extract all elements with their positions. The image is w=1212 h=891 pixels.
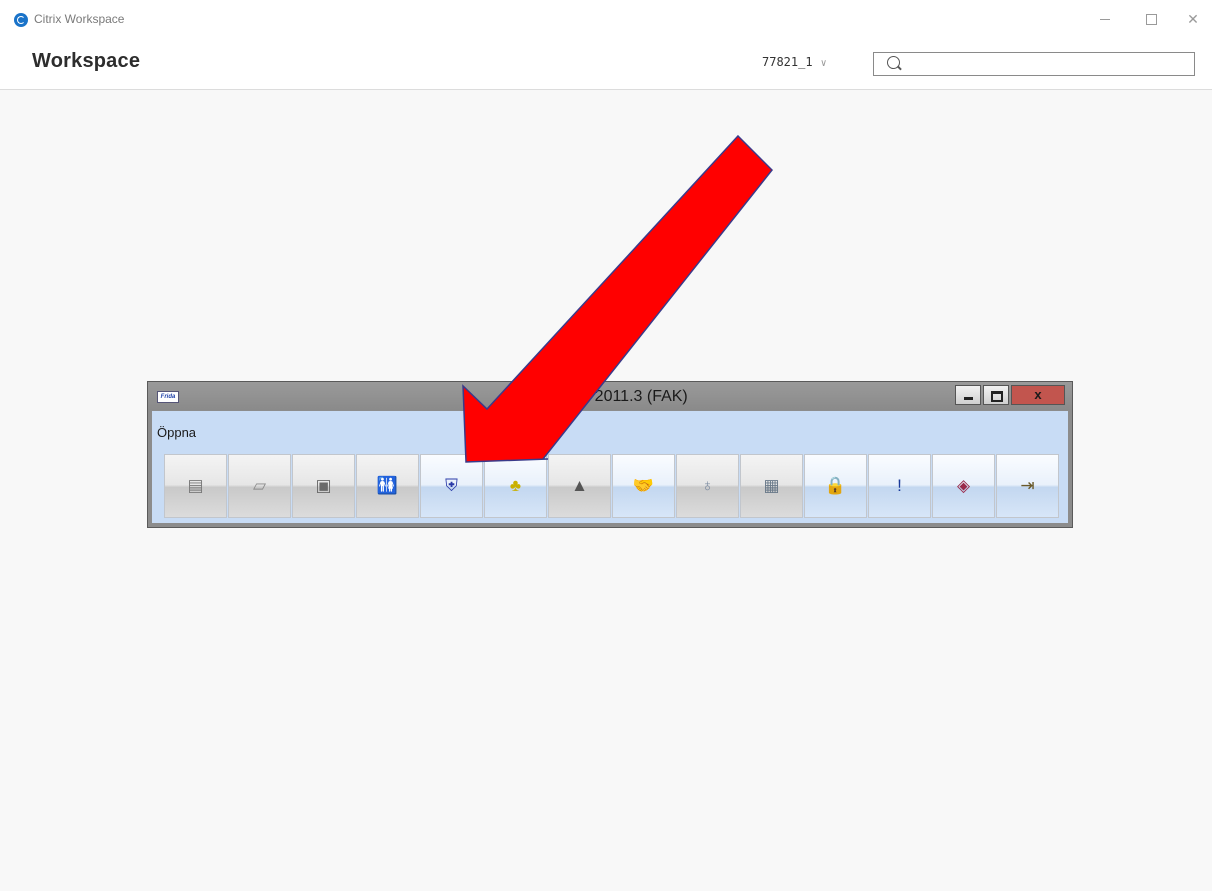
page-title: Workspace <box>32 50 141 72</box>
toolbar-button-shield[interactable]: ⛨ <box>420 454 483 518</box>
close-button[interactable]: ✕ <box>1176 8 1210 30</box>
frida-toolbar: ▤ ▱ ▣ 🚻 ⛨ ♣ ▲ 🤝 ♁ ▦ 🔒! ◈ ⇥ <box>164 454 1059 518</box>
frida-window-title: ver 2011.3 (FAK) <box>568 388 688 405</box>
shield-icon: ⛨ <box>445 476 458 495</box>
frida-close-button[interactable]: x <box>1011 385 1065 405</box>
search-input[interactable] <box>906 55 1190 75</box>
handshake-icon: 🤝 <box>632 476 655 495</box>
toolbar-button-people[interactable]: 🚻 <box>356 454 419 518</box>
documents-icon: ▱ <box>252 476 267 495</box>
card-icon: ▦ <box>763 476 780 495</box>
maximize-button[interactable] <box>1134 8 1168 30</box>
account-label: 77821_1 <box>762 55 813 69</box>
workspace-header: Workspace 77821_1 ∨ <box>0 40 1212 90</box>
toolbar-button-folder[interactable]: ▣ <box>292 454 355 518</box>
menu-open[interactable]: Öppna <box>157 425 196 440</box>
toolbar-button-medal[interactable]: ♁ <box>676 454 739 518</box>
app-titlebar: Citrix Workspace ✕ <box>0 0 1212 40</box>
frida-window: Frida ver 2011.3 (FAK) x Öppna ▤ ▱ ▣ 🚻 ⛨ ♣ ▲ 🤝 ♁… <box>147 381 1073 528</box>
frida-minimize-button[interactable] <box>955 385 981 405</box>
frida-titlebar: Frida ver 2011.3 (FAK) x <box>148 382 1072 410</box>
bee-icon: ♣ <box>509 476 522 495</box>
medal-icon: ♁ <box>701 476 714 495</box>
calculator-icon: ▤ <box>187 476 204 495</box>
search-icon <box>887 56 900 69</box>
toolbar-button-book[interactable]: ◈ <box>932 454 995 518</box>
folder-icon: ▣ <box>315 476 332 495</box>
book-icon: ◈ <box>956 476 971 495</box>
minimize-button[interactable] <box>1088 8 1122 30</box>
app-title: Citrix Workspace <box>34 12 125 26</box>
exit-door-icon: ⇥ <box>1020 476 1035 495</box>
toolbar-button-graduation-cap[interactable]: ▲ <box>548 454 611 518</box>
frida-logo-icon: Frida <box>157 391 179 403</box>
citrix-logo-icon <box>14 13 28 27</box>
toolbar-button-documents[interactable]: ▱ <box>228 454 291 518</box>
toolbar-button-bee[interactable]: ♣ <box>484 454 547 518</box>
people-icon: 🚻 <box>376 476 399 495</box>
graduation-cap-icon: ▲ <box>571 476 588 495</box>
toolbar-button-calculator[interactable]: ▤ <box>164 454 227 518</box>
search-box[interactable] <box>873 52 1195 76</box>
toolbar-button-exclamation[interactable]: ! <box>868 454 931 518</box>
exclamation-icon: ! <box>897 476 902 495</box>
lock-icon: 🔒 <box>824 476 847 495</box>
toolbar-button-handshake[interactable]: 🤝 <box>612 454 675 518</box>
toolbar-button-lock[interactable]: 🔒 <box>804 454 867 518</box>
account-dropdown[interactable]: 77821_1 ∨ <box>762 55 827 69</box>
frida-maximize-button[interactable] <box>983 385 1009 405</box>
toolbar-button-card[interactable]: ▦ <box>740 454 803 518</box>
chevron-down-icon: ∨ <box>820 58 827 69</box>
toolbar-button-exit-door[interactable]: ⇥ <box>996 454 1059 518</box>
frida-body: Öppna ▤ ▱ ▣ 🚻 ⛨ ♣ ▲ 🤝 ♁ ▦ 🔒! ◈ ⇥ <box>152 411 1068 523</box>
